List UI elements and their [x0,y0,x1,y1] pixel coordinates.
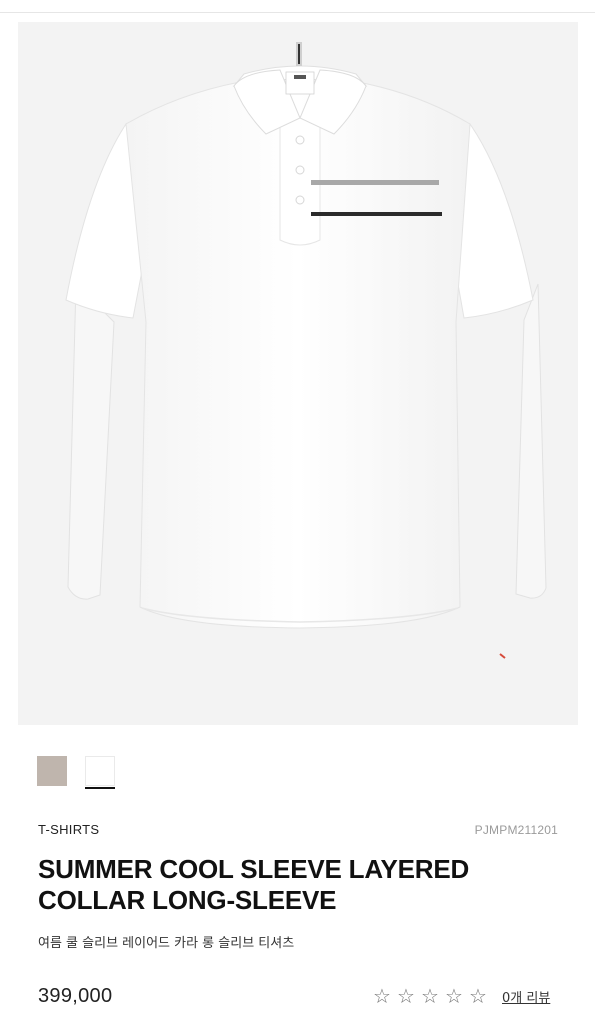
product-category: T-SHIRTS [38,822,100,837]
chest-stripe-grey [311,180,439,185]
swatch-white[interactable] [85,756,115,789]
swatch-beige[interactable] [37,756,67,786]
star-icon: ☆ [421,984,439,1008]
product-sku: PJMPM211201 [474,823,558,837]
review-count-link[interactable]: 0개 리뷰 [502,987,550,1006]
product-price: 399,000 [38,985,113,1007]
star-icon: ☆ [373,984,391,1008]
shirt-illustration [65,42,547,659]
product-subtitle: 여름 쿨 슬리브 레이어드 카라 롱 슬리브 티셔츠 [38,936,295,951]
top-divider [0,12,595,13]
product-title-line1: SUMMER COOL SLEEVE LAYERED [38,854,470,884]
product-title-line2: COLLAR LONG-SLEEVE [38,885,337,915]
star-icon: ☆ [469,984,487,1008]
product-title: SUMMER COOL SLEEVE LAYERED COLLAR LONG-S… [38,854,558,916]
chest-stripe-black [311,212,442,216]
product-image[interactable] [18,22,578,725]
color-swatches [37,756,115,789]
star-icon: ☆ [445,984,463,1008]
rating: ☆ ☆ ☆ ☆ ☆ 0개 리뷰 [370,985,550,1007]
star-icon: ☆ [397,984,415,1008]
